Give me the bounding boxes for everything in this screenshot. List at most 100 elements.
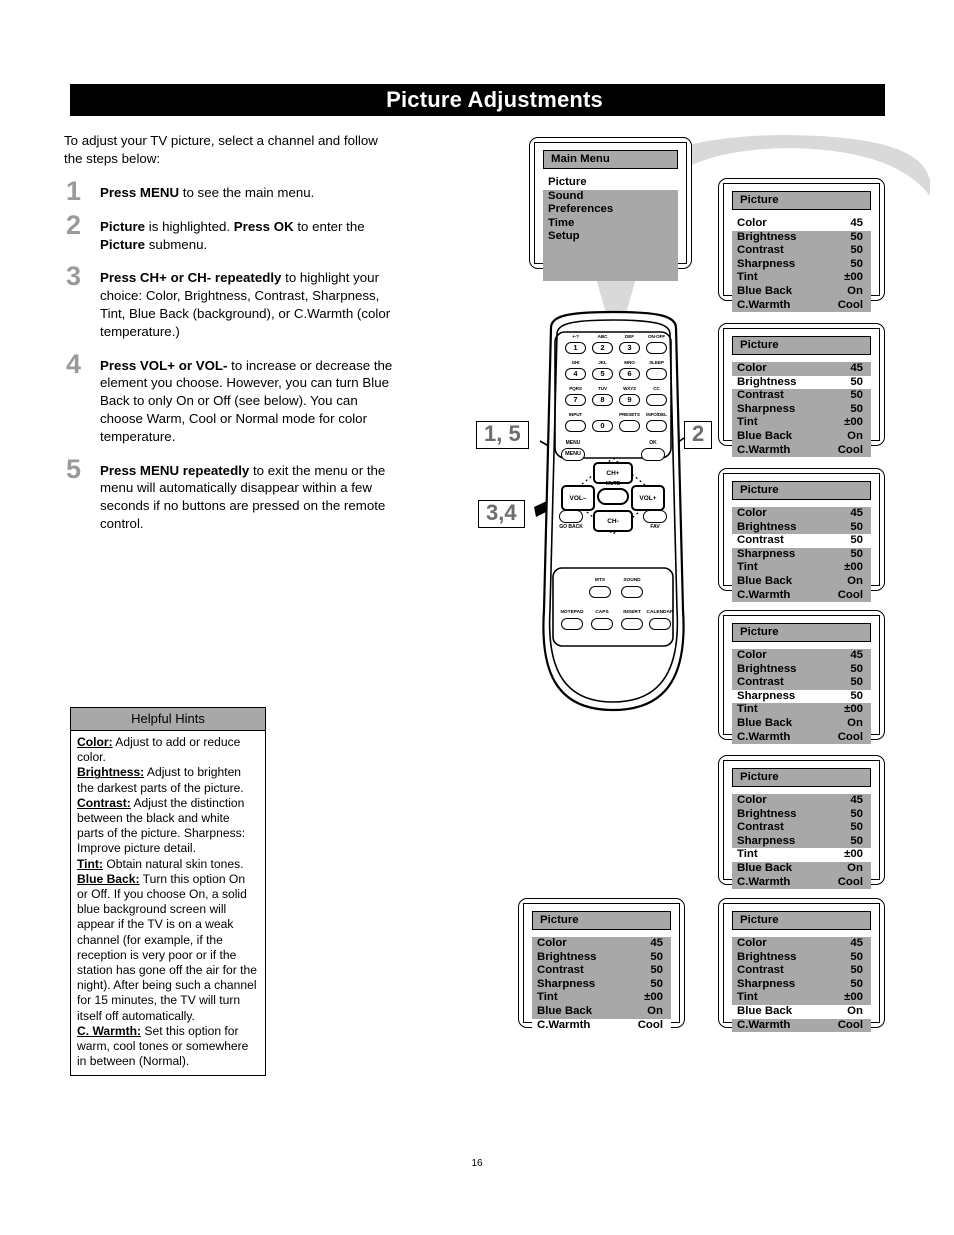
picture-row-blue-back[interactable]: Blue Back On	[732, 429, 871, 444]
picture-row-value: 50	[850, 520, 863, 533]
remote-key-4-label: 4	[573, 369, 578, 379]
picture-row-brightness[interactable]: Brightness 50	[732, 230, 871, 245]
picture-row-blue-back[interactable]: Blue Back On	[732, 574, 871, 589]
remote-calendar-button[interactable]	[649, 618, 671, 630]
picture-row-sharpness[interactable]: Sharpness 50	[532, 977, 671, 992]
remote-key-4[interactable]: 4	[565, 368, 586, 380]
osd-picture-contrast: Picture Color 45 Brightness 50 Contrast 50 Shar…	[718, 468, 885, 603]
remote-key-3[interactable]: 3	[619, 342, 640, 354]
step-number: 3	[66, 261, 82, 292]
remote-key-9-label: 9	[627, 395, 632, 405]
picture-row-sharpness[interactable]: Sharpness 50	[732, 834, 871, 849]
picture-row-brightness[interactable]: Brightness 50	[732, 807, 871, 822]
picture-row-contrast[interactable]: Contrast 50	[732, 676, 871, 690]
picture-row-value: ±00	[844, 416, 863, 429]
remote-key-9[interactable]: 9	[619, 394, 640, 406]
remote-menu-button[interactable]: MENU	[561, 448, 585, 461]
picture-row-contrast[interactable]: Contrast 50	[732, 821, 871, 835]
picture-row-c-warmth[interactable]: C.Warmth Cool	[732, 875, 871, 890]
main-menu-item-sound[interactable]: Sound	[543, 189, 678, 204]
remote-key-presets[interactable]	[619, 420, 640, 432]
picture-row-blue-back[interactable]: Blue Back On	[732, 861, 871, 876]
picture-row-c-warmth[interactable]: C.Warmth Cool	[732, 1018, 871, 1033]
picture-row-sharpness[interactable]: Sharpness 50	[732, 977, 871, 992]
osd-picture-title: Picture	[732, 336, 871, 355]
picture-row-sharpness[interactable]: Sharpness 50	[732, 402, 871, 417]
picture-row-contrast[interactable]: Contrast 50	[532, 964, 671, 978]
main-menu-item-time[interactable]: Time	[543, 216, 678, 231]
remote-key-input[interactable]	[565, 420, 586, 432]
remote-ok-button[interactable]	[641, 448, 665, 461]
picture-row-color[interactable]: Color 45	[732, 362, 871, 376]
picture-row-tint[interactable]: Tint ±00	[732, 703, 871, 717]
picture-row-brightness[interactable]: Brightness 50	[732, 375, 871, 390]
picture-row-tint[interactable]: Tint ±00	[532, 991, 671, 1005]
osd-picture-blue-back: Picture Color 45 Brightness 50 Contrast 50 Shar…	[718, 898, 885, 1033]
remote-mute-button[interactable]	[597, 488, 629, 505]
remote-fav-button[interactable]	[643, 510, 667, 523]
picture-row-blue-back[interactable]: Blue Back On	[732, 284, 871, 299]
remote-key-1[interactable]: 1	[565, 342, 586, 354]
picture-row-c-warmth[interactable]: C.Warmth Cool	[732, 588, 871, 603]
remote-control-illustration: 1 +-? 2 ABC 3 DEF ON·OFF 4 GHI 5 JKL 6 MNO SLEEP 7 PQRS…	[521, 310, 706, 730]
picture-row-brightness[interactable]: Brightness 50	[732, 662, 871, 677]
picture-row-tint[interactable]: Tint ±00	[732, 271, 871, 285]
picture-row-color[interactable]: Color 45	[732, 794, 871, 808]
picture-row-c-warmth[interactable]: C.Warmth Cool	[732, 443, 871, 458]
main-menu-item-preferences[interactable]: Preferences	[543, 203, 678, 217]
remote-key-0[interactable]: 0	[592, 420, 613, 432]
remote-caps-button[interactable]	[591, 618, 613, 630]
picture-row-tint[interactable]: Tint ±00	[732, 991, 871, 1005]
osd-picture-rows: Color 45 Brightness 50 Contrast 50 Sharpness 50…	[732, 362, 871, 458]
picture-row-contrast[interactable]: Contrast 50	[732, 534, 871, 548]
picture-row-value: On	[647, 1004, 663, 1017]
picture-row-contrast[interactable]: Contrast 50	[732, 244, 871, 258]
remote-key-6[interactable]: 6	[619, 368, 640, 380]
remote-key-7[interactable]: 7	[565, 394, 586, 406]
picture-row-c-warmth[interactable]: C.Warmth Cool	[732, 730, 871, 745]
remote-volume-down-button[interactable]: VOL–	[561, 485, 595, 511]
picture-row-label: C.Warmth	[737, 1018, 791, 1031]
picture-row-c-warmth[interactable]: C.Warmth Cool	[732, 298, 871, 313]
picture-row-color[interactable]: Color 45	[732, 937, 871, 951]
picture-row-tint[interactable]: Tint ±00	[732, 416, 871, 430]
remote-key-2[interactable]: 2	[592, 342, 613, 354]
remote-insert-button[interactable]	[621, 618, 643, 630]
picture-row-blue-back[interactable]: Blue Back On	[532, 1004, 671, 1019]
remote-key-0-label: 0	[600, 421, 605, 431]
picture-row-brightness[interactable]: Brightness 50	[732, 520, 871, 535]
remote-go-back-button[interactable]	[559, 510, 583, 523]
picture-row-sharpness[interactable]: Sharpness 50	[732, 257, 871, 272]
picture-row-color[interactable]: Color 45	[732, 649, 871, 663]
picture-row-color[interactable]: Color 45	[732, 217, 871, 231]
remote-key-8-label: 8	[600, 395, 605, 405]
picture-row-contrast[interactable]: Contrast 50	[732, 389, 871, 403]
picture-row-tint[interactable]: Tint ±00	[732, 561, 871, 575]
main-menu-item-setup[interactable]: Setup	[543, 230, 678, 244]
remote-key-cc[interactable]	[646, 394, 667, 406]
picture-row-brightness[interactable]: Brightness 50	[532, 950, 671, 965]
remote-key-8[interactable]: 8	[592, 394, 613, 406]
picture-row-blue-back[interactable]: Blue Back On	[732, 1004, 871, 1019]
remote-key-sleep[interactable]	[646, 368, 667, 380]
remote-key-info-del[interactable]	[646, 420, 667, 432]
picture-row-color[interactable]: Color 45	[732, 507, 871, 521]
picture-row-contrast[interactable]: Contrast 50	[732, 964, 871, 978]
remote-key-5[interactable]: 5	[592, 368, 613, 380]
remote-key-6-sublabel: MNO	[624, 360, 635, 365]
picture-row-brightness[interactable]: Brightness 50	[732, 950, 871, 965]
remote-mute-sublabel: MUTE	[605, 481, 621, 487]
remote-key-on-off[interactable]	[646, 342, 667, 354]
remote-notepad-button[interactable]	[561, 618, 583, 630]
remote-sound-button[interactable]	[621, 586, 643, 598]
remote-channel-down-button[interactable]: CH-	[593, 510, 633, 532]
picture-row-blue-back[interactable]: Blue Back On	[732, 716, 871, 731]
picture-row-tint[interactable]: Tint ±00	[732, 848, 871, 862]
remote-volume-up-button[interactable]: VOL+	[631, 485, 665, 511]
picture-row-sharpness[interactable]: Sharpness 50	[732, 689, 871, 704]
remote-mts-button[interactable]	[589, 586, 611, 598]
picture-row-c-warmth[interactable]: C.Warmth Cool	[532, 1018, 671, 1033]
picture-row-sharpness[interactable]: Sharpness 50	[732, 547, 871, 562]
main-menu-item-picture[interactable]: Picture	[543, 176, 678, 190]
picture-row-color[interactable]: Color 45	[532, 937, 671, 951]
